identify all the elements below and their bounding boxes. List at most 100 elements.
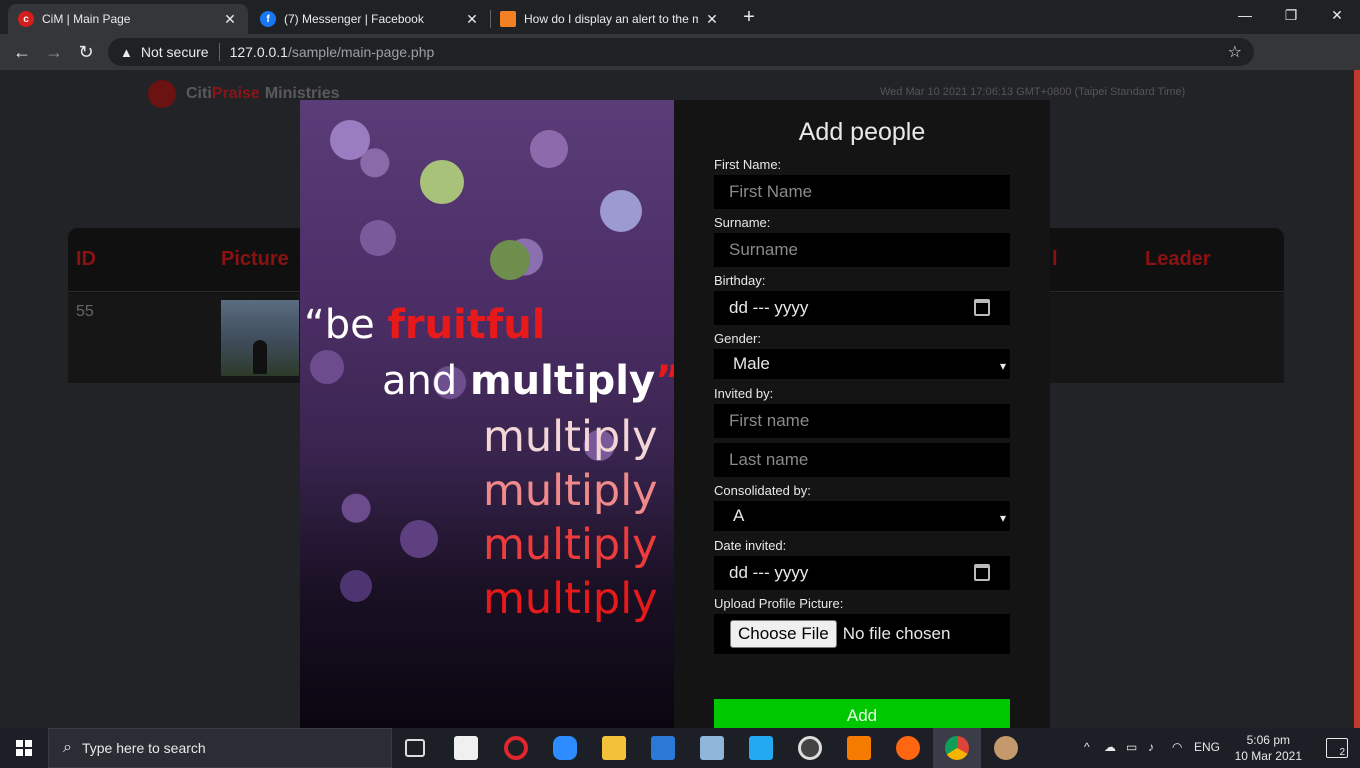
add-button[interactable]: Add: [714, 699, 1010, 728]
add-people-form: Add people First Name: First Name Surnam…: [674, 100, 1050, 728]
security-label[interactable]: Not secure: [141, 44, 209, 60]
poster-fruitful: fruitful: [387, 302, 546, 348]
battery-icon[interactable]: ▭: [1126, 740, 1137, 754]
wifi-icon[interactable]: ◠: [1172, 740, 1182, 754]
bookmark-star-icon[interactable]: ☆: [1228, 42, 1242, 62]
first-name-label: First Name:: [714, 157, 782, 172]
calendar-icon[interactable]: [974, 564, 990, 581]
poster-line-be-fruitful: “be fruitful: [304, 302, 545, 348]
system-tray: ^ ☁ ▭ ♪ ◠ ENG 5:06 pm 10 Mar 2021 2: [1080, 728, 1360, 768]
start-button[interactable]: [0, 728, 48, 768]
tab-stackoverflow[interactable]: How do I display an alert to the m ✕: [490, 4, 730, 34]
poster-multiply-line: multiply: [483, 466, 658, 516]
file-explorer-icon[interactable]: [602, 736, 626, 760]
gender-label: Gender:: [714, 331, 761, 346]
form-title: Add people: [798, 118, 926, 146]
tab-title: (7) Messenger | Facebook: [284, 12, 424, 26]
close-tab-icon[interactable]: ✕: [222, 11, 238, 28]
url-host: 127.0.0.1: [229, 44, 288, 60]
surname-input[interactable]: Surname: [714, 233, 1010, 267]
language-indicator[interactable]: ENG: [1194, 740, 1220, 754]
restore-button[interactable]: ❐: [1268, 0, 1314, 30]
obs-icon[interactable]: [798, 736, 822, 760]
chrome-icon: [945, 736, 969, 760]
close-tab-icon[interactable]: ✕: [704, 11, 720, 28]
close-window-button[interactable]: ✕: [1314, 0, 1360, 30]
grape-decoration: [490, 240, 530, 280]
paint-icon[interactable]: [994, 736, 1018, 760]
back-button[interactable]: ←: [10, 40, 34, 64]
birthday-date-input[interactable]: dd --- yyyy: [714, 291, 1010, 325]
grape-decoration: [420, 160, 464, 204]
gender-select[interactable]: Male ▾: [714, 349, 1010, 379]
firefox-icon[interactable]: [896, 736, 920, 760]
current-datetime: Wed Mar 10 2021 17:06:13 GMT+0800 (Taipe…: [880, 86, 1186, 98]
profile-thumbnail: [221, 300, 299, 376]
consolidated-value: A: [733, 506, 745, 525]
cell-id: 55: [76, 303, 94, 320]
microsoft-store-icon[interactable]: [454, 736, 478, 760]
notification-center-icon[interactable]: 2: [1326, 738, 1348, 758]
close-quote: ”: [655, 358, 674, 404]
mail-icon[interactable]: [651, 736, 675, 760]
task-view-icon[interactable]: [405, 739, 425, 757]
header-leader: Leader: [1145, 248, 1211, 270]
date-invited-input[interactable]: dd --- yyyy: [714, 556, 1010, 590]
tab-messenger[interactable]: f (7) Messenger | Facebook ✕: [250, 4, 490, 34]
invited-by-label: Invited by:: [714, 386, 774, 401]
onedrive-cloud-icon[interactable]: ☁: [1104, 740, 1116, 754]
zoom-icon[interactable]: [553, 736, 577, 760]
poster-line-and-multiply: and multiply”: [382, 358, 674, 404]
address-bar[interactable]: ▲ Not secure 127.0.0.1/sample/main-page.…: [108, 38, 1254, 66]
grape-decoration: [330, 120, 370, 160]
birthday-label: Birthday:: [714, 273, 766, 288]
notepad-icon[interactable]: [700, 736, 724, 760]
clock-time: 5:06 pm: [1246, 733, 1290, 747]
choose-file-button[interactable]: Choose File: [730, 620, 837, 648]
consolidated-by-label: Consolidated by:: [714, 483, 811, 498]
file-upload-field: Choose File No file chosen: [714, 614, 1010, 654]
reload-button[interactable]: ↻: [74, 40, 98, 64]
surname-label: Surname:: [714, 215, 771, 230]
header-picture: Picture: [221, 248, 289, 270]
consolidated-by-select[interactable]: A ▾: [714, 501, 1010, 531]
invited-first-name-input[interactable]: First name: [714, 404, 1010, 438]
new-tab-button[interactable]: +: [738, 6, 760, 28]
brand-citi: Citi: [186, 85, 212, 102]
grape-decoration: [400, 520, 438, 558]
tab-cim-main-page[interactable]: c CiM | Main Page ✕: [8, 4, 248, 34]
taskbar-search[interactable]: ⌕ Type here to search: [48, 728, 392, 768]
poster-multiply-bold: multiply: [469, 358, 656, 404]
xampp-icon[interactable]: [847, 736, 871, 760]
windows-logo-icon: [16, 740, 32, 756]
windows-taskbar: ⌕ Type here to search ^ ☁ ▭ ♪ ◠ ENG 5:06…: [0, 728, 1360, 768]
volume-icon[interactable]: ♪: [1148, 740, 1154, 754]
poster-multiply-line: multiply: [483, 412, 658, 462]
vscode-icon[interactable]: [749, 736, 773, 760]
birthday-value: dd --- yyyy: [729, 298, 809, 317]
close-tab-icon[interactable]: ✕: [464, 11, 480, 28]
gender-value: Male: [733, 354, 770, 373]
taskbar-clock[interactable]: 5:06 pm 10 Mar 2021: [1235, 732, 1302, 764]
web-page: Citi Praise Ministries Wed Mar 10 2021 17:…: [0, 70, 1360, 728]
minimize-button[interactable]: —: [1222, 0, 1268, 30]
forward-button[interactable]: →: [42, 40, 66, 64]
omnibox-divider: [218, 43, 220, 61]
grape-decoration: [340, 570, 372, 602]
first-name-input[interactable]: First Name: [714, 175, 1010, 209]
page-scrollbar[interactable]: [1354, 70, 1360, 728]
person-silhouette: [253, 340, 267, 374]
grape-decoration: [600, 190, 642, 232]
calendar-icon[interactable]: [974, 299, 990, 316]
open-quote: “: [304, 302, 325, 348]
invited-last-name-input[interactable]: Last name: [714, 443, 1010, 477]
chevron-up-icon[interactable]: ^: [1084, 740, 1090, 754]
notification-count: 2: [1339, 747, 1345, 758]
date-invited-label: Date invited:: [714, 538, 787, 553]
no-file-chosen-text: No file chosen: [842, 624, 951, 643]
poster-multiply-line: multiply: [483, 520, 658, 570]
grape-decoration: [530, 130, 568, 168]
poster-be: be: [324, 302, 388, 348]
chrome-taskbar-active[interactable]: [933, 728, 981, 768]
opera-icon[interactable]: [504, 736, 528, 760]
